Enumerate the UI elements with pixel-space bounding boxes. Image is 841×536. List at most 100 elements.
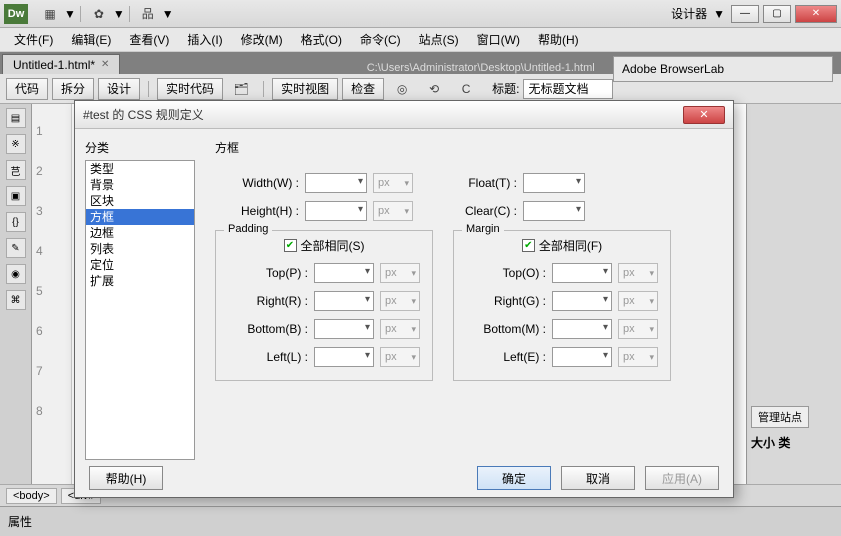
padding-legend: Padding bbox=[224, 223, 272, 235]
margin-same-checkbox[interactable]: ✔ bbox=[522, 239, 535, 252]
category-item-selected[interactable]: 方框 bbox=[86, 209, 194, 225]
width-combo[interactable] bbox=[305, 173, 367, 193]
tag-body[interactable]: <body> bbox=[6, 488, 57, 504]
extension-icon[interactable]: 品 bbox=[138, 4, 158, 24]
padding-top-label: Top(P) : bbox=[224, 266, 314, 280]
margin-right-combo[interactable] bbox=[552, 291, 612, 311]
category-item[interactable]: 类型 bbox=[86, 161, 194, 177]
design-view-button[interactable]: 设计 bbox=[98, 78, 140, 100]
close-button[interactable]: ✕ bbox=[795, 5, 837, 23]
workspace-label[interactable]: 设计器 bbox=[671, 5, 707, 22]
unit-combo[interactable]: px bbox=[380, 263, 420, 283]
category-item[interactable]: 定位 bbox=[86, 257, 194, 273]
margin-top-combo[interactable] bbox=[552, 263, 612, 283]
category-label: 分类 bbox=[85, 139, 205, 156]
code-view-button[interactable]: 代码 bbox=[6, 78, 48, 100]
menu-format[interactable]: 格式(O) bbox=[293, 29, 350, 50]
margin-bottom-combo[interactable] bbox=[552, 319, 612, 339]
tool-icon[interactable]: ※ bbox=[6, 134, 26, 154]
title-label: 标题: bbox=[492, 80, 519, 97]
maximize-button[interactable]: ▢ bbox=[763, 5, 791, 23]
unit-combo[interactable]: px bbox=[618, 319, 658, 339]
width-label: Width(W) : bbox=[215, 176, 305, 190]
app-logo: Dw bbox=[4, 4, 28, 24]
menu-file[interactable]: 文件(F) bbox=[6, 29, 61, 50]
size-type-label: 大小 类 bbox=[751, 434, 837, 451]
padding-bottom-combo[interactable] bbox=[314, 319, 374, 339]
title-input[interactable] bbox=[523, 79, 613, 99]
livecode-button[interactable]: 实时代码 bbox=[157, 78, 223, 100]
margin-fieldset: Margin ✔全部相同(F) Top(O) :px Right(G) :px … bbox=[453, 230, 671, 381]
menu-insert[interactable]: 插入(I) bbox=[179, 29, 230, 50]
globe-icon[interactable]: ◎ bbox=[392, 79, 412, 99]
category-item[interactable]: 列表 bbox=[86, 241, 194, 257]
unit-combo[interactable]: px bbox=[618, 263, 658, 283]
tool-icon[interactable]: ⌘ bbox=[6, 290, 26, 310]
padding-left-combo[interactable] bbox=[314, 347, 374, 367]
padding-bottom-label: Bottom(B) : bbox=[224, 322, 314, 336]
tool-icon[interactable]: ◉ bbox=[6, 264, 26, 284]
unit-combo[interactable]: px bbox=[380, 347, 420, 367]
menu-view[interactable]: 查看(V) bbox=[121, 29, 177, 50]
inspect-icon[interactable]: 🗂 bbox=[231, 79, 251, 99]
menu-commands[interactable]: 命令(C) bbox=[352, 29, 409, 50]
unit-combo[interactable]: px bbox=[618, 291, 658, 311]
line-numbers: 12345678 bbox=[32, 104, 72, 484]
menu-window[interactable]: 窗口(W) bbox=[469, 29, 528, 50]
split-view-button[interactable]: 拆分 bbox=[52, 78, 94, 100]
ok-button[interactable]: 确定 bbox=[477, 466, 551, 490]
height-unit[interactable]: px bbox=[373, 201, 413, 221]
unit-combo[interactable]: px bbox=[380, 319, 420, 339]
padding-same-checkbox[interactable]: ✔ bbox=[284, 239, 297, 252]
padding-right-label: Right(R) : bbox=[224, 294, 314, 308]
dialog-close-button[interactable]: ✕ bbox=[683, 106, 725, 124]
close-tab-icon[interactable]: ✕ bbox=[101, 59, 109, 70]
padding-right-combo[interactable] bbox=[314, 291, 374, 311]
category-item[interactable]: 扩展 bbox=[86, 273, 194, 289]
padding-fieldset: Padding ✔全部相同(S) Top(P) :px Right(R) :px… bbox=[215, 230, 433, 381]
gear-icon[interactable]: ✿ bbox=[89, 4, 109, 24]
menu-modify[interactable]: 修改(M) bbox=[233, 29, 291, 50]
padding-left-label: Left(L) : bbox=[224, 350, 314, 364]
tool-icon[interactable]: ▤ bbox=[6, 108, 26, 128]
width-unit[interactable]: px bbox=[373, 173, 413, 193]
liveview-button[interactable]: 实时视图 bbox=[272, 78, 338, 100]
help-button[interactable]: 帮助(H) bbox=[89, 466, 163, 490]
apply-button[interactable]: 应用(A) bbox=[645, 466, 719, 490]
margin-bottom-label: Bottom(M) : bbox=[462, 322, 552, 336]
section-title: 方框 bbox=[215, 139, 723, 156]
menu-site[interactable]: 站点(S) bbox=[411, 29, 467, 50]
tab-label: Untitled-1.html* bbox=[13, 58, 95, 72]
category-item[interactable]: 背景 bbox=[86, 177, 194, 193]
padding-top-combo[interactable] bbox=[314, 263, 374, 283]
unit-combo[interactable]: px bbox=[618, 347, 658, 367]
menu-help[interactable]: 帮助(H) bbox=[530, 29, 587, 50]
category-item[interactable]: 边框 bbox=[86, 225, 194, 241]
tool-icon[interactable]: ✎ bbox=[6, 238, 26, 258]
properties-label: 属性 bbox=[8, 513, 32, 530]
nav-icon[interactable]: ⟲ bbox=[424, 79, 444, 99]
unit-combo[interactable]: px bbox=[380, 291, 420, 311]
category-listbox[interactable]: 类型 背景 区块 方框 边框 列表 定位 扩展 bbox=[85, 160, 195, 460]
layout-icon[interactable]: ▦ bbox=[40, 4, 60, 24]
height-combo[interactable] bbox=[305, 201, 367, 221]
margin-left-combo[interactable] bbox=[552, 347, 612, 367]
menu-edit[interactable]: 编辑(E) bbox=[63, 29, 119, 50]
category-item[interactable]: 区块 bbox=[86, 193, 194, 209]
margin-same-label: 全部相同(F) bbox=[539, 237, 602, 254]
minimize-button[interactable]: — bbox=[731, 5, 759, 23]
refresh-icon[interactable]: C bbox=[456, 79, 476, 99]
document-tab[interactable]: Untitled-1.html* ✕ bbox=[2, 54, 120, 74]
margin-right-label: Right(G) : bbox=[462, 294, 552, 308]
margin-legend: Margin bbox=[462, 223, 504, 235]
cancel-button[interactable]: 取消 bbox=[561, 466, 635, 490]
manage-site-button[interactable]: 管理站点 bbox=[751, 406, 809, 428]
height-label: Height(H) : bbox=[215, 204, 305, 218]
browserlab-panel-tab[interactable]: Adobe BrowserLab bbox=[613, 56, 833, 82]
tool-icon[interactable]: {} bbox=[6, 212, 26, 232]
inspect-button[interactable]: 检查 bbox=[342, 78, 384, 100]
float-combo[interactable] bbox=[523, 173, 585, 193]
clear-combo[interactable] bbox=[523, 201, 585, 221]
tool-icon[interactable]: 芑 bbox=[6, 160, 26, 180]
tool-icon[interactable]: ▣ bbox=[6, 186, 26, 206]
